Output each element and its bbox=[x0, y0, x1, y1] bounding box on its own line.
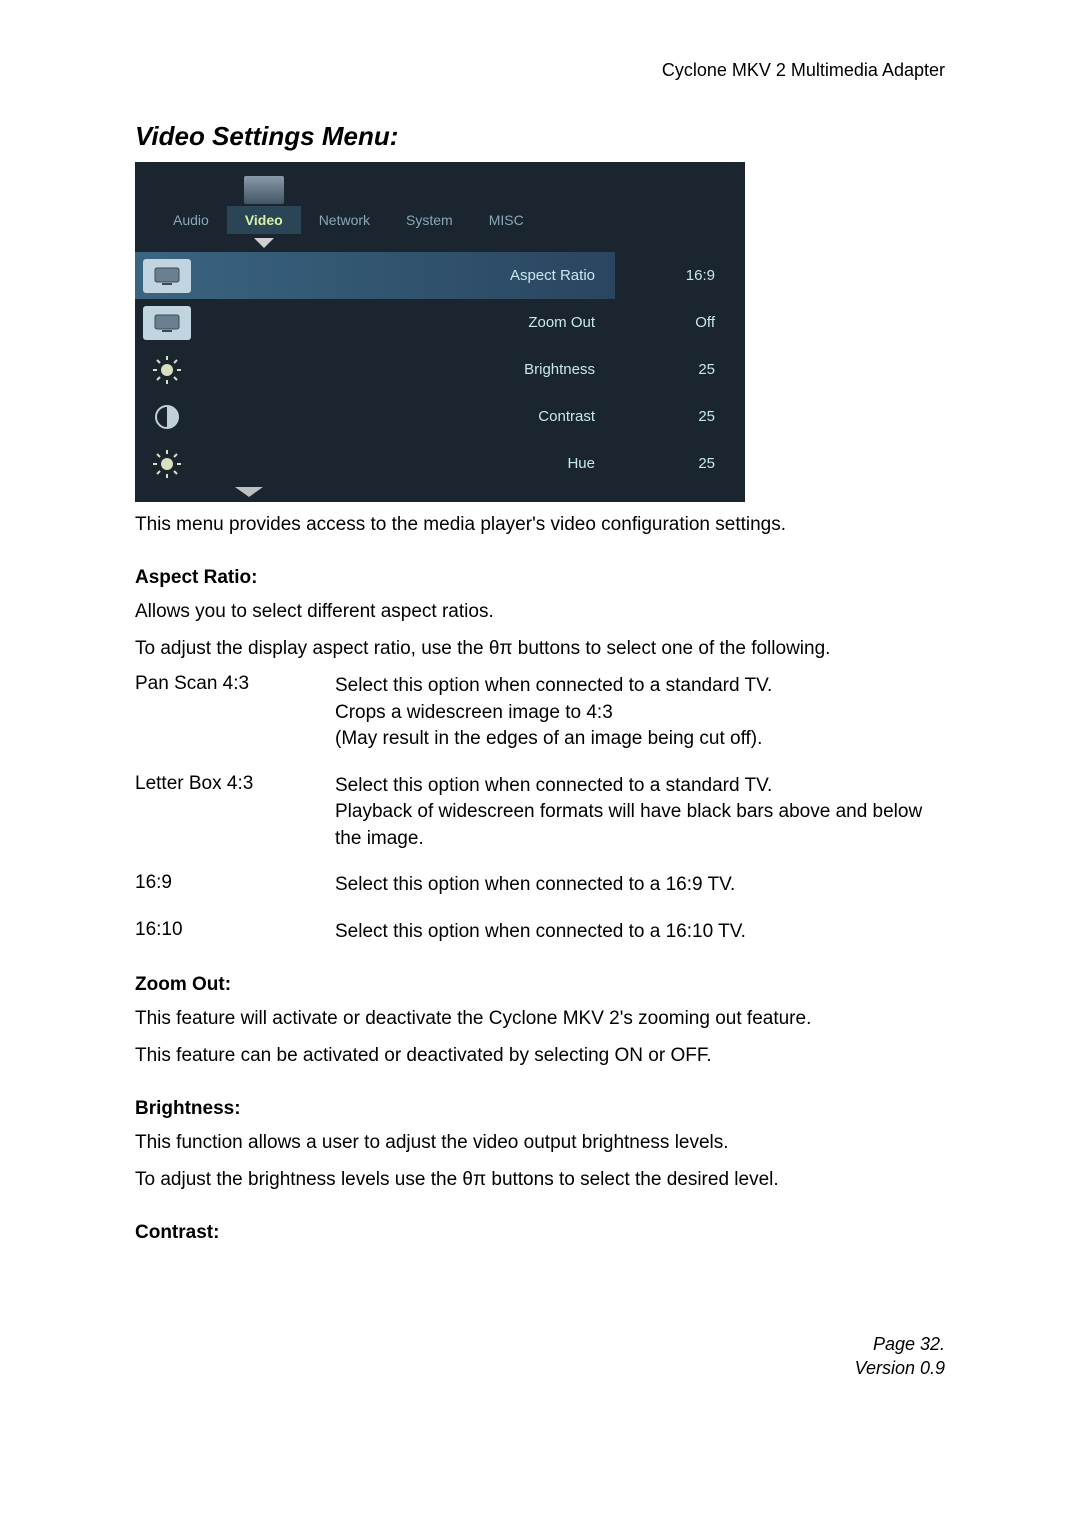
option-row: Letter Box 4:3 Select this option when c… bbox=[135, 773, 945, 853]
zoom-icon bbox=[143, 306, 191, 340]
zoom-out-p2: This feature can be activated or deactiv… bbox=[135, 1043, 945, 1070]
page-footer: Page 32. Version 0.9 bbox=[855, 1333, 945, 1380]
tab-system[interactable]: System bbox=[388, 206, 471, 234]
setting-label: Zoom Out bbox=[191, 314, 615, 331]
option-line: Select this option when connected to a s… bbox=[335, 773, 945, 800]
aspect-ratio-heading: Aspect Ratio: bbox=[135, 567, 945, 589]
option-row: 16:9 Select this option when connected t… bbox=[135, 872, 945, 899]
zoom-out-p1: This feature will activate or deactivate… bbox=[135, 1006, 945, 1033]
option-name: Letter Box 4:3 bbox=[135, 773, 335, 853]
tabs-row: Audio Video Network System MISC bbox=[135, 206, 745, 234]
tv-icon bbox=[143, 259, 191, 293]
section-title: Video Settings Menu: bbox=[135, 121, 945, 152]
value-zoom: Off bbox=[655, 299, 715, 346]
setting-zoom-out[interactable]: Zoom Out bbox=[135, 299, 615, 346]
chevron-down-icon bbox=[235, 487, 263, 497]
setting-contrast[interactable]: Contrast bbox=[135, 393, 615, 440]
option-name: Pan Scan 4:3 bbox=[135, 673, 335, 753]
option-line: Crops a widescreen image to 4:3 bbox=[335, 700, 945, 727]
document-page: Cyclone MKV 2 Multimedia Adapter Video S… bbox=[0, 0, 1080, 1420]
option-desc: Select this option when connected to a s… bbox=[335, 773, 945, 853]
setting-label: Hue bbox=[191, 455, 615, 472]
brightness-heading: Brightness: bbox=[135, 1098, 945, 1120]
option-line: Select this option when connected to a s… bbox=[335, 673, 945, 700]
hue-icon bbox=[143, 447, 191, 481]
option-row: 16:10 Select this option when connected … bbox=[135, 919, 945, 946]
setting-brightness[interactable]: Brightness bbox=[135, 346, 615, 393]
option-line: Select this option when connected to a 1… bbox=[335, 919, 945, 946]
aspect-option-table: Pan Scan 4:3 Select this option when con… bbox=[135, 673, 945, 946]
option-row: Pan Scan 4:3 Select this option when con… bbox=[135, 673, 945, 753]
intro-text: This menu provides access to the media p… bbox=[135, 512, 945, 539]
setting-hue[interactable]: Hue bbox=[135, 440, 615, 487]
contrast-heading: Contrast: bbox=[135, 1222, 945, 1244]
brightness-p1: This function allows a user to adjust th… bbox=[135, 1130, 945, 1157]
aspect-ratio-p2: To adjust the display aspect ratio, use … bbox=[135, 636, 945, 663]
tab-video[interactable]: Video bbox=[227, 206, 301, 234]
sun-icon bbox=[143, 353, 191, 387]
footer-page: Page 32. bbox=[855, 1333, 945, 1356]
setting-label: Aspect Ratio bbox=[191, 267, 615, 284]
value-contrast: 25 bbox=[655, 393, 715, 440]
option-line: (May result in the edges of an image bei… bbox=[335, 726, 945, 753]
option-desc: Select this option when connected to a 1… bbox=[335, 872, 945, 899]
option-name: 16:10 bbox=[135, 919, 335, 946]
option-name: 16:9 bbox=[135, 872, 335, 899]
setting-label: Contrast bbox=[191, 408, 615, 425]
tab-network[interactable]: Network bbox=[301, 206, 388, 234]
aspect-ratio-p1: Allows you to select different aspect ra… bbox=[135, 599, 945, 626]
setting-aspect-ratio[interactable]: Aspect Ratio bbox=[135, 252, 615, 299]
tab-audio[interactable]: Audio bbox=[155, 206, 227, 234]
value-aspect: 16:9 bbox=[655, 252, 715, 299]
option-desc: Select this option when connected to a s… bbox=[335, 673, 945, 753]
option-line: Select this option when connected to a 1… bbox=[335, 872, 945, 899]
zoom-out-heading: Zoom Out: bbox=[135, 974, 945, 996]
value-brightness: 25 bbox=[655, 346, 715, 393]
value-hue: 25 bbox=[655, 440, 715, 487]
header-product: Cyclone MKV 2 Multimedia Adapter bbox=[135, 60, 945, 81]
settings-screenshot: Audio Video Network System MISC Aspect R… bbox=[135, 162, 745, 502]
brightness-p2: To adjust the brightness levels use the … bbox=[135, 1167, 945, 1194]
settings-list: Aspect Ratio Zoom Out Brightness Contras… bbox=[135, 252, 615, 487]
footer-version: Version 0.9 bbox=[855, 1357, 945, 1380]
setting-label: Brightness bbox=[191, 361, 615, 378]
option-line: Playback of widescreen formats will have… bbox=[335, 799, 945, 852]
tab-misc[interactable]: MISC bbox=[471, 206, 542, 234]
option-desc: Select this option when connected to a 1… bbox=[335, 919, 945, 946]
values-column: 16:9 Off 25 25 25 bbox=[655, 252, 715, 487]
contrast-icon bbox=[143, 400, 191, 434]
